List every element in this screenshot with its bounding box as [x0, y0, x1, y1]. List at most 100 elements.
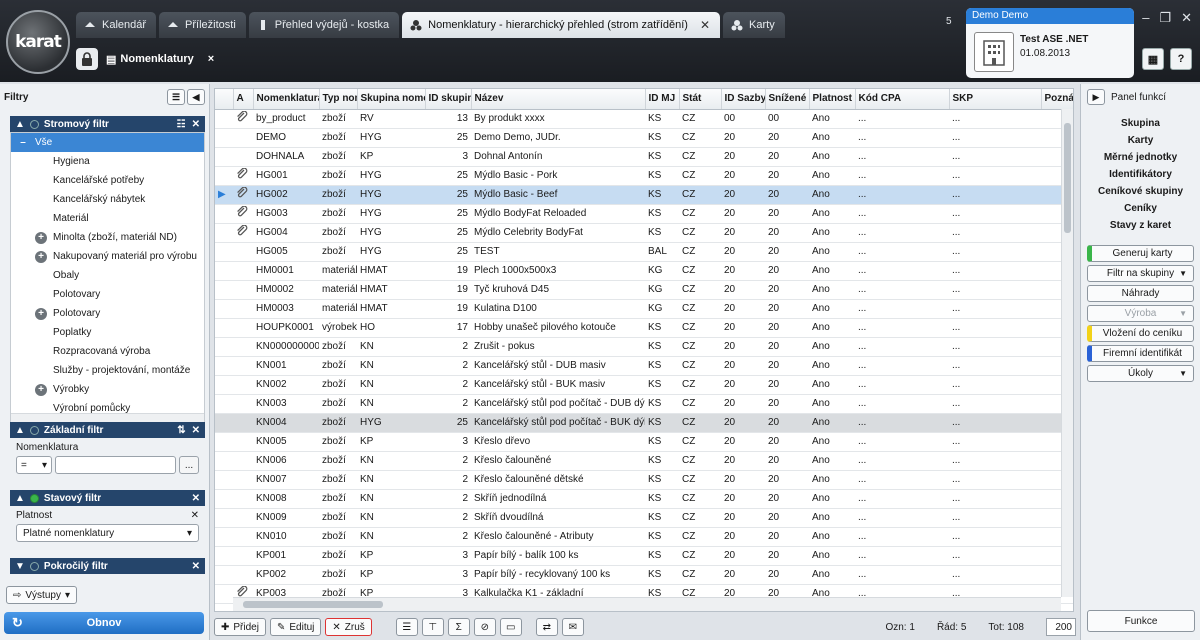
function-button[interactable]: Výroba ▼ [1087, 305, 1194, 322]
collapse-node-icon[interactable]: – [17, 137, 29, 149]
table-row[interactable]: by_product zboží RV 13 By produkt xxxx KS CZ 00… [215, 109, 1073, 129]
close-section-icon[interactable]: ✕ [192, 425, 200, 436]
minimize-icon[interactable]: – [1142, 10, 1149, 26]
function-button[interactable]: Firemní identifikát [1087, 345, 1194, 362]
lock-button[interactable] [76, 48, 98, 70]
columns-icon[interactable]: ☰ [395, 618, 418, 636]
tree-item[interactable]: Kancelářský nábytek [11, 190, 204, 209]
tree-filter-bar[interactable]: ▲ Stromový filtr ☷ ✕ [10, 116, 205, 132]
table-row[interactable]: HG004 zboží HYG 25 Mýdlo Celebrity BodyFat KS… [215, 223, 1073, 243]
collapse-arrow-icon[interactable]: ▲ [15, 119, 25, 130]
function-link[interactable]: Měrné jednotky [1081, 152, 1200, 169]
table-row[interactable]: HM0002 materiál HMAT 19 Tyč kruhová D45 KG CZ 2… [215, 280, 1073, 300]
tree-item[interactable]: Poplatky [11, 323, 204, 342]
close-tab-icon[interactable]: ✕ [700, 18, 710, 32]
scroll-thumb[interactable] [243, 601, 383, 608]
cancel-button[interactable]: ✕ Zruš [325, 618, 372, 636]
table-row[interactable]: KN006 zboží KN 2 Křeslo čalouněné KS CZ 20 20 Ano… [215, 451, 1073, 471]
user-panel[interactable]: Demo Demo Test ASE .NET 01.08.2013 [966, 8, 1134, 78]
grid-vertical-scrollbar[interactable] [1061, 109, 1073, 597]
operator-select[interactable]: = ▾ [16, 456, 52, 474]
column-header[interactable]: ID MJ [645, 89, 680, 110]
functions-button[interactable]: Funkce [1087, 610, 1195, 632]
refresh-button[interactable]: ↻ Obnov [4, 612, 204, 634]
tree-item[interactable]: Kancelářské potřeby [11, 171, 204, 190]
outputs-button[interactable]: ⇨ Výstupy ▾ [6, 586, 77, 604]
category-tree[interactable]: – Vše Hygiena Kancelářské potřeby Kancelářsk… [10, 132, 205, 424]
expand-arrow-icon[interactable]: ▼ [15, 561, 25, 572]
column-header[interactable]: A [233, 89, 254, 110]
tab-count[interactable]: 5 [946, 16, 952, 27]
add-button[interactable]: ✚ Přidej [214, 618, 266, 636]
table-row[interactable]: KN005 zboží KP 3 Křeslo dřevo KS CZ 20 20 Ano....… [215, 432, 1073, 452]
nomenclature-grid[interactable]: ANomenklaturaTyp nomSkupina nomeID skupi… [214, 88, 1074, 612]
sum-icon[interactable]: Σ [447, 618, 470, 636]
table-row[interactable]: HG005 zboží HYG 25 TEST BAL CZ 20 20 Ano...... [215, 242, 1073, 262]
function-button[interactable]: Filtr na skupiny ▼ [1087, 265, 1194, 282]
sort-icon[interactable]: ⇅ [177, 425, 185, 436]
pin-icon[interactable]: ⊤ [421, 618, 444, 636]
close-section-icon[interactable]: ✕ [192, 493, 200, 504]
tree-item[interactable]: Rozpracovaná výroba [11, 342, 204, 361]
tab-4[interactable]: Karty [723, 12, 785, 38]
column-header[interactable]: Název [471, 89, 646, 110]
column-header[interactable]: Nomenklatura [253, 89, 320, 110]
tree-item[interactable]: + Minolta (zboží, materiál ND) [11, 228, 204, 247]
function-button[interactable]: Generuj karty [1087, 245, 1194, 262]
function-button[interactable]: Vložení do ceníku [1087, 325, 1194, 342]
tab-2[interactable]: Přehled výdejů - kostka [248, 12, 400, 38]
function-link[interactable]: Karty [1081, 135, 1200, 152]
page-size-input[interactable]: 200 [1046, 618, 1076, 636]
menu-icon[interactable]: ☰ [167, 89, 185, 105]
function-link[interactable]: Stavy z karet [1081, 220, 1200, 237]
collapse-arrow-icon[interactable]: ▲ [15, 425, 25, 436]
expand-node-icon[interactable]: + [35, 307, 47, 320]
table-row[interactable]: HG003 zboží HYG 25 Mýdlo BodyFat Reloaded KS C… [215, 204, 1073, 224]
table-row[interactable]: HG001 zboží HYG 25 Mýdlo Basic - Pork KS CZ 20 2… [215, 166, 1073, 186]
column-header[interactable]: Kód CPA [855, 89, 950, 110]
table-row[interactable]: KN007 zboží KN 2 Křeslo čalouněné dětské KS CZ… [215, 470, 1073, 490]
expand-node-icon[interactable]: + [35, 250, 47, 263]
tree-item[interactable]: + Polotovary [11, 304, 204, 323]
close-page-button[interactable]: × [208, 53, 214, 65]
table-row[interactable]: HM0003 materiál HMAT 19 Kulatina D100 KG CZ 20 2… [215, 299, 1073, 319]
function-button[interactable]: Úkoly ▼ [1087, 365, 1194, 382]
table-row[interactable]: KN000000000 zboží KN 2 Zrušit - pokus KS CZ 20 2… [215, 337, 1073, 357]
table-row[interactable]: KP001 zboží KP 3 Papír bílý - balík 100 ks KS… [215, 546, 1073, 566]
nomenclature-input[interactable] [55, 456, 176, 474]
tab-0[interactable]: Kalendář [76, 12, 157, 38]
column-header[interactable]: SKP [949, 89, 1042, 110]
function-button[interactable]: Náhrady [1087, 285, 1194, 302]
expand-node-icon[interactable]: + [35, 231, 47, 244]
tab-1[interactable]: Příležitosti [159, 12, 246, 38]
no-filter-icon[interactable]: ⊘ [473, 618, 496, 636]
table-row[interactable]: ▶ HG002 zboží HYG 25 Mýdlo Basic - Beef KS CZ 20… [215, 185, 1073, 205]
tab-3[interactable]: Nomenklatury - hierarchický přehled (str… [402, 12, 721, 38]
basic-filter-bar[interactable]: ▲ Základní filtr ⇅ ✕ [10, 422, 205, 438]
table-row[interactable]: KN004 zboží HYG 25 Kancelářský stůl pod počí… [215, 413, 1073, 433]
collapse-arrow-icon[interactable]: ▲ [15, 493, 25, 504]
clear-validity-icon[interactable]: ✕ [191, 510, 199, 521]
tree-item[interactable]: Polotovary [11, 285, 204, 304]
function-link[interactable]: Ceníky [1081, 203, 1200, 220]
table-row[interactable]: KN001 zboží KN 2 Kancelářský stůl - DUB masi… [215, 356, 1073, 376]
table-row[interactable]: KN003 zboží KN 2 Kancelářský stůl pod počíta… [215, 394, 1073, 414]
filter-list-icon[interactable]: ☷ [177, 119, 186, 130]
close-section-icon[interactable]: ✕ [192, 119, 200, 130]
column-header[interactable]: ID skupiny [425, 89, 472, 110]
column-header[interactable]: Skupina nome [357, 89, 426, 110]
table-row[interactable]: DOHNALA zboží KP 3 Dohnal Antonín KS CZ 20 20 Ano… [215, 147, 1073, 167]
column-header[interactable]: Stát [679, 89, 722, 110]
table-row[interactable]: HOUPK0001 výrobek HO 17 Hobby unašeč pilovéh… [215, 318, 1073, 338]
column-header[interactable]: ID Sazby D [721, 89, 766, 110]
tree-item[interactable]: Hygiena [11, 152, 204, 171]
comment-icon[interactable]: ✉ [561, 618, 584, 636]
column-header[interactable]: Typ nom [319, 89, 358, 110]
column-header[interactable]: Snížené ID [765, 89, 810, 110]
table-row[interactable]: KN002 zboží KN 2 Kancelářský stůl - BUK masi… [215, 375, 1073, 395]
tree-item[interactable]: – Vše [11, 133, 204, 152]
table-row[interactable]: DEMO zboží HYG 25 Demo Demo, JUDr. KS CZ 20 20 An… [215, 128, 1073, 148]
function-link[interactable]: Skupina [1081, 118, 1200, 135]
table-row[interactable]: KN008 zboží KN 2 Skříň jednodílná KS CZ 20 20 Ano… [215, 489, 1073, 509]
window-icon[interactable]: ▭ [499, 618, 522, 636]
